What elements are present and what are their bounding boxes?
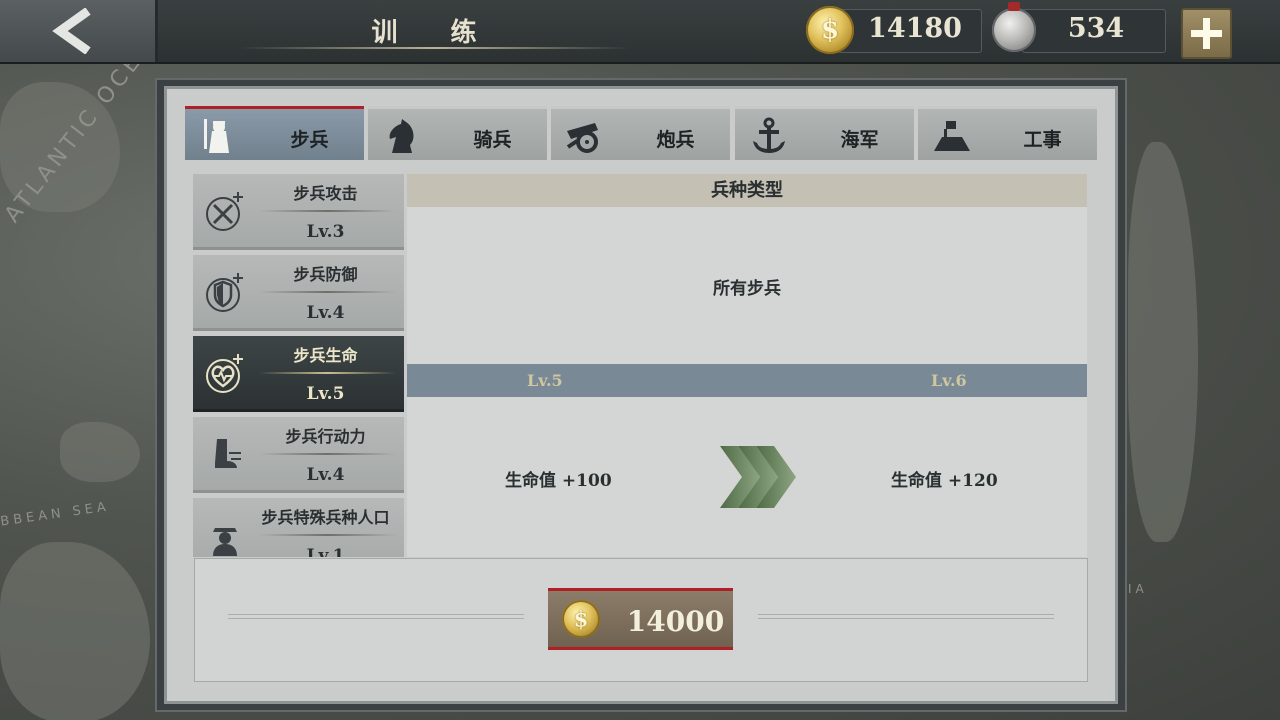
current-stat: 生命值 +100 [505,471,612,491]
divider [259,210,396,212]
heart-plus-icon [206,354,243,393]
anchor-icon [753,117,785,153]
soldier-silhouette-icon [213,528,237,556]
upgrade-item-attack[interactable]: 步兵攻击 Lv.3 [193,174,404,250]
medal-amount: 534 [1067,13,1125,44]
upgrade-level: Lv.3 [306,222,345,242]
tab-infantry[interactable]: 步兵 [185,106,364,160]
medal-icon [992,2,1036,52]
upgrade-level: Lv.4 [306,465,345,485]
tab-cavalry[interactable]: 骑兵 [368,106,547,160]
page-title: 训 练 [371,18,499,48]
map-label-sea: BBEAN SEA [0,499,111,530]
title-underline [240,47,630,49]
back-arrow-icon [52,8,91,54]
upgrade-cost-button[interactable]: $ 14000 [548,588,733,650]
upgrade-name: 步兵行动力 [285,427,366,446]
gold-coin-icon: $ [806,6,854,54]
current-level: Lv.5 [527,371,563,390]
upgrade-cost-amount: 14000 [626,605,725,638]
upgrade-item-mobility[interactable]: 步兵行动力 Lv.4 [193,417,404,493]
upgrade-item-special-population[interactable]: 步兵特殊兵种人口 Lv.1 [193,498,404,557]
top-bar: 训 练 $ 14180 534 [0,0,1280,64]
upgrade-name: 步兵特殊兵种人口 [261,508,390,527]
map-label-right: IA [1128,582,1148,596]
sword-plus-icon [206,192,243,231]
back-button[interactable] [0,0,158,62]
upgrade-name: 步兵生命 [293,346,358,365]
gold-coin-icon: $ [562,600,600,638]
cannon-icon [566,123,598,153]
unit-type-value: 所有步兵 [713,279,781,299]
upgrade-item-defense[interactable]: 步兵防御 Lv.4 [193,255,404,331]
divider [259,291,396,293]
infantry-icon [204,119,229,153]
shield-plus-icon [206,273,243,312]
upgrade-name: 步兵攻击 [293,184,358,203]
upgrade-arrow-icon [720,446,796,508]
unit-type-header: 兵种类型 [407,174,1087,207]
upgrade-level: Lv.5 [306,384,345,404]
knight-horse-icon [389,119,414,153]
upgrade-list[interactable]: 步兵攻击 Lv.3 步兵防御 Lv.4 步兵生命 Lv.5 步兵行动力 Lv.4… [193,174,404,557]
divider [259,372,396,374]
tab-label: 骑兵 [473,129,512,151]
tab-label: 工事 [1023,129,1062,151]
next-stat: 生命值 +120 [891,471,998,491]
tab-navy[interactable]: 海军 [735,106,914,160]
tab-label: 海军 [840,129,879,151]
upgrade-level: Lv.4 [306,303,345,323]
tab-label: 炮兵 [656,129,695,151]
next-level: Lv.6 [931,371,967,390]
fortification-icon [934,121,970,151]
level-comparison-bar: Lv.5 Lv.6 [407,364,1087,397]
tab-fortification[interactable]: 工事 [918,106,1097,160]
divider [259,534,396,536]
decorative-line-left [228,614,524,619]
upgrade-name: 步兵防御 [293,265,358,284]
upgrade-item-health[interactable]: 步兵生命 Lv.5 [193,336,404,412]
tab-label: 步兵 [290,129,329,151]
decorative-line-right [758,614,1054,619]
tab-artillery[interactable]: 炮兵 [551,106,730,160]
upgrade-detail-panel: 兵种类型 所有步兵 Lv.5 Lv.6 生命值 +100 生命值 +120 [407,174,1087,557]
gold-amount: 14180 [868,13,962,44]
upgrade-level: Lv.1 [306,546,345,557]
divider [259,453,396,455]
boot-icon [215,439,241,468]
add-currency-button[interactable] [1181,8,1232,59]
